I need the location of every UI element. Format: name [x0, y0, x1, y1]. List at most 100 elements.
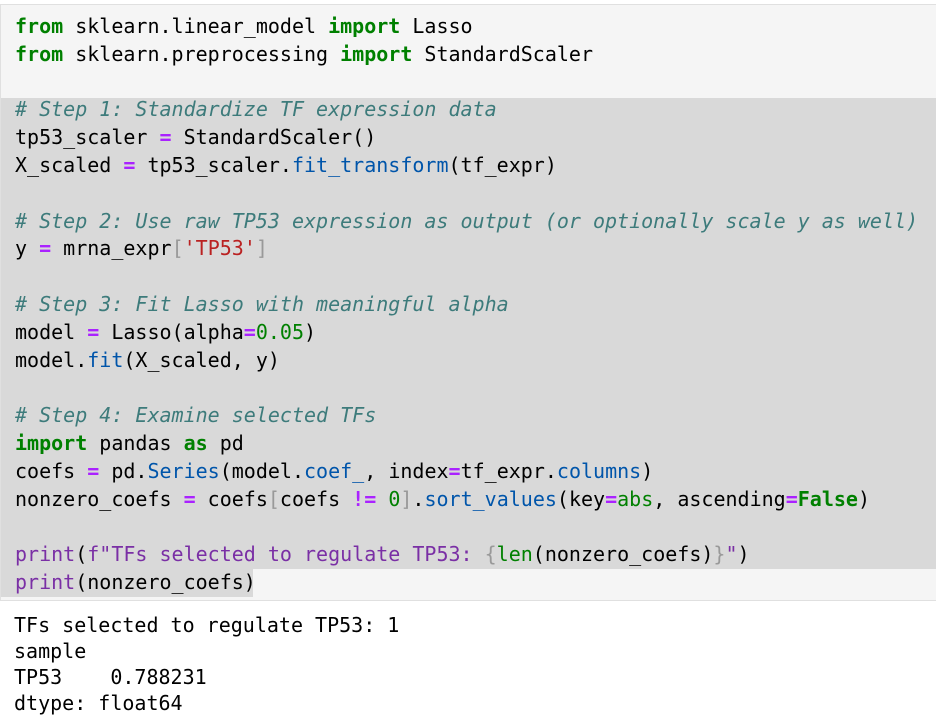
code-token: pandas: [87, 430, 184, 455]
code-editor[interactable]: from sklearn.linear_model import Lasso fr…: [15, 13, 918, 597]
code-token: 0: [388, 486, 401, 511]
code-line: X_scaled = tp53_scaler.fit_transform(tf_…: [15, 152, 918, 180]
code-token: =: [448, 458, 461, 483]
output-line: dtype: float64: [14, 691, 183, 715]
code-token: fit: [87, 347, 124, 372]
code-token: model: [15, 319, 88, 344]
code-token: import: [340, 41, 413, 66]
code-token: tf_expr.: [460, 458, 557, 483]
code-token: ): [737, 542, 750, 567]
code-token: import: [15, 430, 88, 455]
code-token: 0.05: [255, 319, 305, 344]
code-token: ): [304, 319, 317, 344]
code-token: , index: [364, 458, 449, 483]
code-token: from: [15, 41, 64, 66]
code-token: {: [484, 542, 497, 567]
code-token: , ascending: [653, 486, 786, 511]
code-line: nonzero_coefs = coefs[coefs != 0].sort_v…: [15, 486, 918, 514]
output-line: sample: [14, 639, 87, 663]
code-token: [: [171, 236, 184, 261]
code-token: ]: [400, 486, 413, 511]
code-token: Lasso(alpha: [99, 319, 244, 344]
code-token: columns: [556, 458, 642, 483]
code-token: # Step 4: Examine selected TFs: [15, 403, 377, 428]
code-line: model = Lasso(alpha=0.05): [15, 319, 918, 347]
code-token: f"TFs selected to regulate TP53:: [87, 542, 485, 567]
code-token: len: [496, 542, 533, 567]
code-token: pd: [207, 430, 244, 455]
code-token: ): [857, 486, 871, 511]
code-line: # Step 1: Standardize TF expression data: [15, 96, 918, 124]
code-token: print: [15, 542, 76, 567]
code-token: Lasso: [400, 14, 473, 38]
code-token: ): [641, 458, 654, 483]
code-token: print: [15, 569, 76, 594]
code-token: =: [123, 152, 136, 177]
code-line: from sklearn.preprocessing import Standa…: [15, 41, 918, 69]
code-token: as: [183, 430, 208, 455]
code-line: print(nonzero_coefs): [15, 569, 918, 597]
code-token: # Step 3: Fit Lasso with meaningful alph…: [15, 291, 509, 316]
code-token: pd.: [99, 458, 148, 483]
code-token: [: [267, 486, 280, 511]
code-cell[interactable]: from sklearn.linear_model import Lasso fr…: [0, 4, 936, 601]
code-token: # Step 2: Use raw TP53 expression as out…: [15, 208, 919, 233]
code-token: (model.: [219, 458, 305, 483]
code-token: fit_transform: [291, 152, 449, 177]
output-line: TFs selected to regulate TP53: 1: [14, 613, 400, 637]
code-token: (tf_expr): [448, 152, 557, 177]
cell-output: TFs selected to regulate TP53: 1 sample TP…: [14, 612, 399, 716]
code-token: !=: [352, 486, 377, 511]
code-token: import: [328, 14, 401, 38]
code-token: =: [87, 458, 100, 483]
code-line: import pandas as pd: [15, 430, 918, 458]
code-token: coefs: [195, 486, 268, 511]
code-token: coef_: [304, 458, 365, 483]
code-token: sklearn.linear_model: [63, 14, 329, 38]
notebook: from sklearn.linear_model import Lasso fr…: [0, 0, 936, 724]
code-token: =: [39, 236, 52, 261]
code-token: mrna_expr: [51, 236, 172, 261]
code-line: print(f"TFs selected to regulate TP53: {…: [15, 541, 918, 569]
code-token: coefs: [279, 486, 353, 511]
code-line: # Step 4: Examine selected TFs: [15, 402, 918, 430]
code-line: # Step 2: Use raw TP53 expression as out…: [15, 208, 918, 236]
code-token: 'TP53': [183, 236, 256, 261]
code-token: from: [15, 14, 64, 38]
code-token: sklearn.preprocessing: [63, 41, 341, 66]
code-token: tp53_scaler: [15, 125, 160, 150]
code-token: StandardScaler: [412, 41, 593, 66]
code-token: =: [605, 486, 618, 511]
code-token: (nonzero_coefs): [75, 569, 256, 594]
code-token: nonzero_coefs: [15, 486, 184, 511]
code-token: ": [725, 542, 738, 567]
code-token: sort_values: [424, 486, 557, 511]
code-token: Series: [147, 458, 220, 483]
code-token: (: [75, 542, 88, 567]
code-token: model.: [15, 347, 88, 372]
code-token: False: [797, 486, 858, 511]
code-line: y = mrna_expr['TP53']: [15, 235, 918, 263]
code-token: =: [243, 319, 256, 344]
code-token: abs: [617, 486, 654, 511]
code-token: X_scaled: [15, 152, 124, 177]
code-token: =: [87, 319, 100, 344]
code-line: model.fit(X_scaled, y): [15, 347, 918, 375]
code-token: coefs: [15, 458, 88, 483]
code-token: (nonzero_coefs): [532, 542, 714, 567]
output-line: TP53 0.788231: [14, 665, 207, 689]
code-token: StandardScaler(): [171, 125, 377, 150]
code-token: tp53_scaler.: [135, 152, 292, 177]
code-token: =: [159, 125, 172, 150]
code-line: from sklearn.linear_model import Lasso: [15, 13, 918, 41]
code-line: coefs = pd.Series(model.coef_, index=tf_…: [15, 458, 918, 486]
code-token: =: [785, 486, 798, 511]
code-token: y: [15, 236, 40, 261]
code-line: tp53_scaler = StandardScaler(): [15, 124, 918, 152]
code-token: =: [183, 486, 196, 511]
